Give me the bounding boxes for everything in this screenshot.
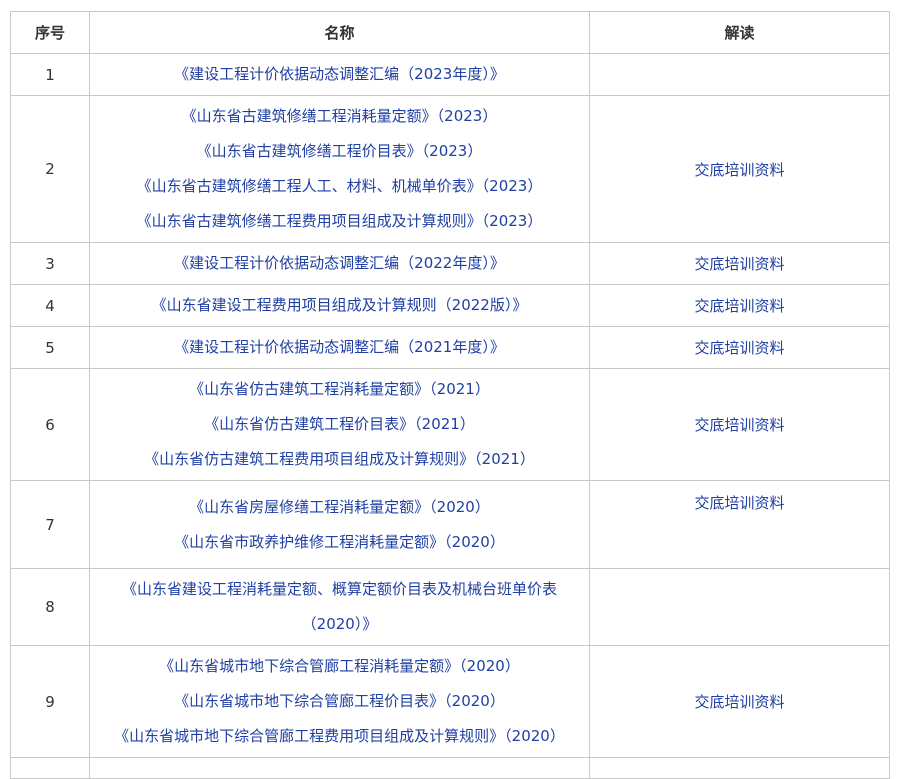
document-link[interactable]: 《山东省仿古建筑工程价目表》（2021）	[90, 407, 589, 442]
row-index: 7	[10, 480, 90, 569]
row-note-link[interactable]: 交底培训资料	[589, 645, 890, 758]
regulation-table: 序号 名称 解读 1 《建设工程计价依据动态调整汇编（2023年度）》 2 《山…	[10, 11, 890, 779]
table-row-partial	[10, 757, 890, 779]
document-link[interactable]: 《山东省城市地下综合管廊工程价目表》（2020）	[90, 684, 589, 719]
row-index: 1	[10, 53, 90, 96]
document-link[interactable]: 《山东省古建筑修缮工程人工、材料、机械单价表》（2023）	[90, 169, 589, 204]
document-link[interactable]: 《建设工程计价依据动态调整汇编（2022年度）》	[90, 246, 589, 281]
document-link[interactable]: 《建设工程计价依据动态调整汇编（2021年度）》	[90, 330, 589, 365]
document-link[interactable]: 《山东省房屋修缮工程消耗量定额》（2020）	[90, 490, 589, 525]
row-name-cell: 《山东省仿古建筑工程消耗量定额》（2021） 《山东省仿古建筑工程价目表》（20…	[89, 368, 590, 481]
document-link[interactable]: 《山东省城市地下综合管廊工程费用项目组成及计算规则》（2020）	[90, 719, 589, 754]
row-name-cell: 《山东省建设工程消耗量定额、概算定额价目表及机械台班单价表 （2020）》	[89, 568, 590, 646]
row-note-link[interactable]: 交底培训资料	[589, 480, 890, 569]
document-link[interactable]: 《山东省市政养护维修工程消耗量定额》（2020）	[90, 525, 589, 560]
document-link[interactable]: （2020）》	[90, 607, 589, 642]
table-row: 7 《山东省房屋修缮工程消耗量定额》（2020） 《山东省市政养护维修工程消耗量…	[10, 480, 890, 569]
row-name-cell: 《建设工程计价依据动态调整汇编（2021年度）》	[89, 326, 590, 369]
document-link[interactable]: 《山东省城市地下综合管廊工程消耗量定额》（2020）	[90, 649, 589, 684]
row-index: 9	[10, 645, 90, 758]
row-note-link[interactable]: 交底培训资料	[589, 95, 890, 243]
table-row: 6 《山东省仿古建筑工程消耗量定额》（2021） 《山东省仿古建筑工程价目表》（…	[10, 368, 890, 481]
row-name-cell: 《建设工程计价依据动态调整汇编（2023年度）》	[89, 53, 590, 96]
row-name-cell: 《山东省建设工程费用项目组成及计算规则（2022版）》	[89, 284, 590, 327]
row-note	[589, 568, 890, 646]
table-row: 5 《建设工程计价依据动态调整汇编（2021年度）》 交底培训资料	[10, 326, 890, 369]
row-index-empty	[10, 757, 90, 779]
table-row: 9 《山东省城市地下综合管廊工程消耗量定额》（2020） 《山东省城市地下综合管…	[10, 645, 890, 758]
header-note: 解读	[589, 11, 890, 54]
row-name-cell: 《山东省房屋修缮工程消耗量定额》（2020） 《山东省市政养护维修工程消耗量定额…	[89, 480, 590, 569]
row-index: 5	[10, 326, 90, 369]
document-link[interactable]: 《山东省古建筑修缮工程费用项目组成及计算规则》（2023）	[90, 204, 589, 239]
header-name: 名称	[89, 11, 590, 54]
row-index: 4	[10, 284, 90, 327]
row-index: 6	[10, 368, 90, 481]
table-row: 3 《建设工程计价依据动态调整汇编（2022年度）》 交底培训资料	[10, 242, 890, 285]
row-note[interactable]	[589, 53, 890, 96]
row-note-link[interactable]: 交底培训资料	[589, 326, 890, 369]
document-link[interactable]: 《建设工程计价依据动态调整汇编（2023年度）》	[90, 57, 589, 92]
row-index: 2	[10, 95, 90, 243]
document-link[interactable]: 《山东省建设工程费用项目组成及计算规则（2022版）》	[90, 288, 589, 323]
document-link[interactable]: 《山东省古建筑修缮工程价目表》（2023）	[90, 134, 589, 169]
table-row: 2 《山东省古建筑修缮工程消耗量定额》（2023） 《山东省古建筑修缮工程价目表…	[10, 95, 890, 243]
document-link[interactable]: 《山东省建设工程消耗量定额、概算定额价目表及机械台班单价表	[90, 572, 589, 607]
row-index: 3	[10, 242, 90, 285]
document-link[interactable]: 《山东省古建筑修缮工程消耗量定额》（2023）	[90, 99, 589, 134]
header-index: 序号	[10, 11, 90, 54]
row-note-link[interactable]: 交底培训资料	[589, 242, 890, 285]
table-row: 4 《山东省建设工程费用项目组成及计算规则（2022版）》 交底培训资料	[10, 284, 890, 327]
row-name-cell: 《山东省城市地下综合管廊工程消耗量定额》（2020） 《山东省城市地下综合管廊工…	[89, 645, 590, 758]
document-link[interactable]: 《山东省仿古建筑工程消耗量定额》（2021）	[90, 372, 589, 407]
table-row: 8 《山东省建设工程消耗量定额、概算定额价目表及机械台班单价表 （2020）》	[10, 568, 890, 646]
row-name-cell-empty	[89, 757, 590, 779]
table-header-row: 序号 名称 解读	[10, 11, 890, 54]
row-name-cell: 《山东省古建筑修缮工程消耗量定额》（2023） 《山东省古建筑修缮工程价目表》（…	[89, 95, 590, 243]
row-note-empty	[589, 757, 890, 779]
row-index: 8	[10, 568, 90, 646]
row-note-link[interactable]: 交底培训资料	[589, 284, 890, 327]
row-name-cell: 《建设工程计价依据动态调整汇编（2022年度）》	[89, 242, 590, 285]
row-note-link[interactable]: 交底培训资料	[589, 368, 890, 481]
table-row: 1 《建设工程计价依据动态调整汇编（2023年度）》	[10, 53, 890, 96]
document-link[interactable]: 《山东省仿古建筑工程费用项目组成及计算规则》（2021）	[90, 442, 589, 477]
